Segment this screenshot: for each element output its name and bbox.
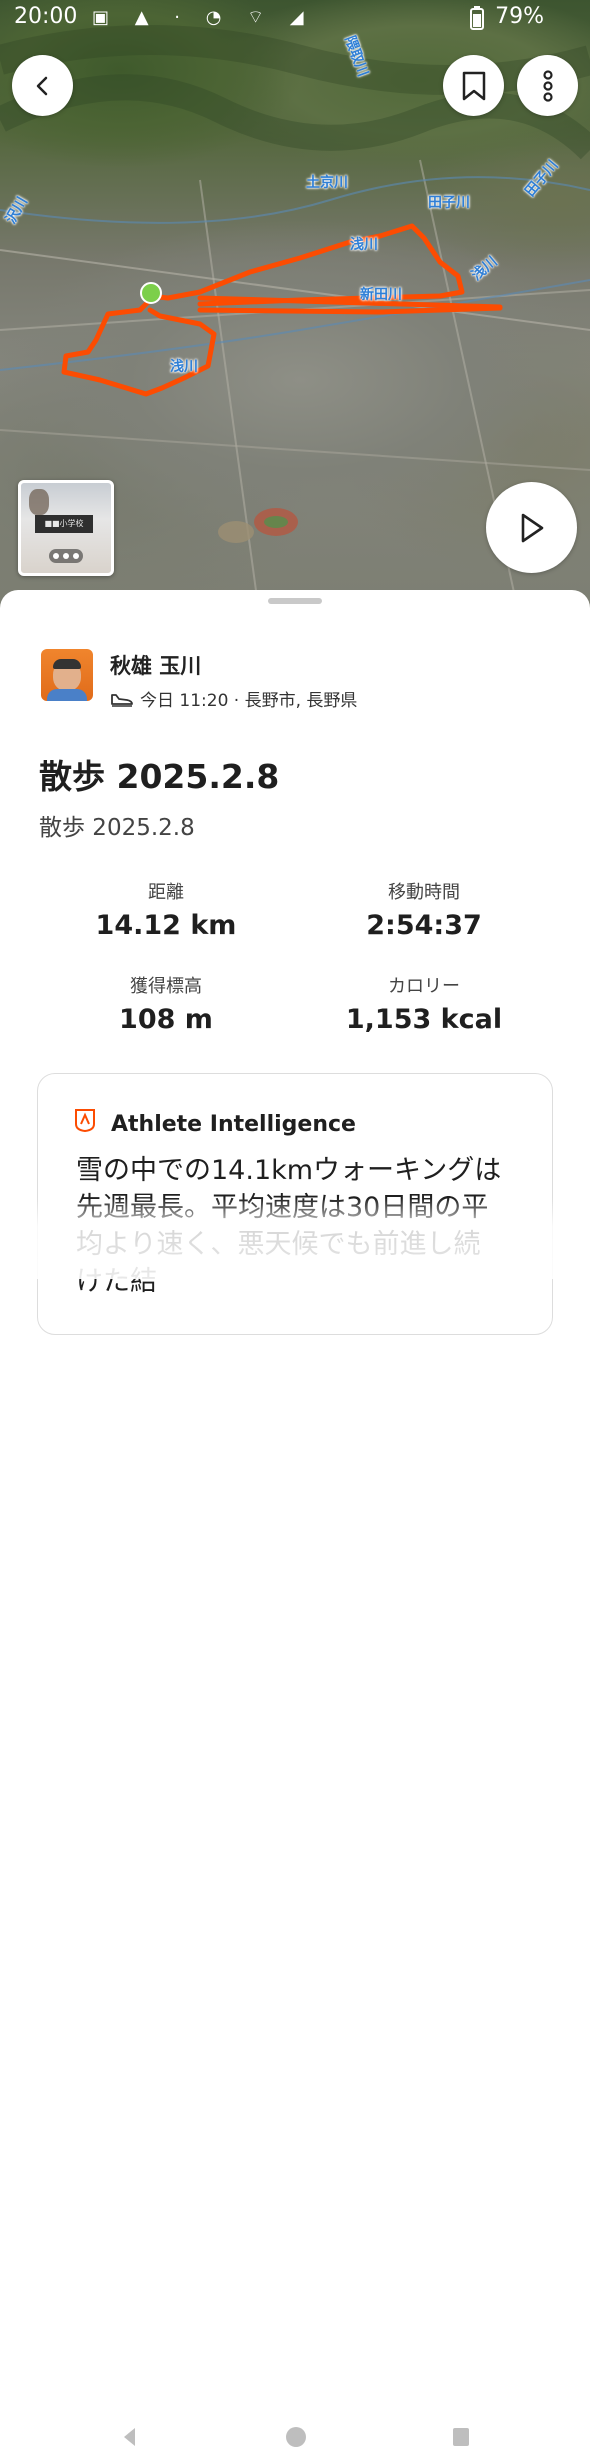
stat-label: カロリー bbox=[388, 976, 460, 997]
navigation-bar bbox=[0, 1198, 590, 2447]
stat-label: 距離 bbox=[148, 882, 184, 903]
sheet-drag-handle[interactable] bbox=[268, 598, 322, 604]
stat-moving-time: 移動時間 2:54:37 bbox=[309, 878, 539, 941]
battery-percent: 79% bbox=[495, 4, 544, 29]
photo-sign: ■■小学校 bbox=[35, 515, 93, 533]
play-flyover-button[interactable] bbox=[486, 482, 577, 573]
stat-value: 14.12 km bbox=[95, 910, 237, 941]
river-label: 新田川 bbox=[360, 287, 402, 303]
stat-label: 移動時間 bbox=[388, 882, 460, 903]
bookmark-button[interactable] bbox=[443, 55, 504, 116]
avatar-hair bbox=[53, 659, 81, 669]
photo-carousel-dots bbox=[49, 549, 83, 563]
activity-title: 散歩 2025.2.8 bbox=[39, 757, 280, 796]
shoe-icon bbox=[111, 693, 133, 707]
athlete-intelligence-icon bbox=[75, 1109, 95, 1132]
start-marker bbox=[140, 282, 162, 304]
river-label: 田子川 bbox=[428, 195, 470, 211]
status-bar: 20:00 ▣ ▲ · ◔ ⌔ ◢ 79% bbox=[0, 0, 590, 36]
stat-distance: 距離 14.12 km bbox=[51, 878, 281, 941]
back-button[interactable] bbox=[12, 55, 73, 116]
chevron-left-icon bbox=[36, 76, 47, 95]
activity-meta-text: 今日 11:20 · 長野市, 長野県 bbox=[140, 691, 358, 711]
activity-description: 散歩 2025.2.8 bbox=[39, 815, 195, 841]
river-label: 土京川 bbox=[306, 175, 348, 191]
more-vertical-icon bbox=[542, 69, 553, 102]
avatar-body bbox=[47, 689, 87, 701]
more-options-button[interactable] bbox=[517, 55, 578, 116]
athlete-intelligence-title: Athlete Intelligence bbox=[111, 1112, 356, 1137]
play-icon bbox=[521, 513, 543, 542]
photo-thumbnail[interactable]: ■■小学校 bbox=[18, 480, 114, 576]
athlete-name[interactable]: 秋雄 玉川 bbox=[110, 650, 201, 680]
activity-detail-sheet: 秋雄 玉川 今日 11:20 · 長野市, 長野県 散歩 2025.2.8 散歩… bbox=[0, 590, 590, 1335]
stat-value: 108 m bbox=[119, 1004, 213, 1035]
bookmark-icon bbox=[462, 71, 485, 100]
river-label: 浅川 bbox=[170, 359, 198, 375]
nav-back-icon[interactable] bbox=[120, 2426, 142, 2448]
status-time: 20:00 bbox=[14, 4, 78, 29]
stat-label: 獲得標高 bbox=[130, 976, 202, 997]
avatar[interactable] bbox=[41, 649, 93, 701]
photo-tree bbox=[29, 489, 49, 515]
stat-calories: カロリー 1,153 kcal bbox=[309, 972, 539, 1035]
activity-route bbox=[61, 223, 503, 397]
stat-elevation: 獲得標高 108 m bbox=[51, 972, 281, 1035]
river-label: 浅川 bbox=[350, 237, 378, 253]
nav-home-icon[interactable] bbox=[285, 2426, 307, 2448]
nav-recents-icon[interactable] bbox=[450, 2426, 472, 2448]
stat-value: 2:54:37 bbox=[366, 910, 482, 941]
status-icons: ▣ ▲ · ◔ ⌔ ◢ bbox=[92, 7, 314, 28]
activity-meta: 今日 11:20 · 長野市, 長野県 bbox=[110, 686, 357, 711]
battery-icon bbox=[470, 6, 484, 30]
stat-value: 1,153 kcal bbox=[345, 1004, 503, 1035]
